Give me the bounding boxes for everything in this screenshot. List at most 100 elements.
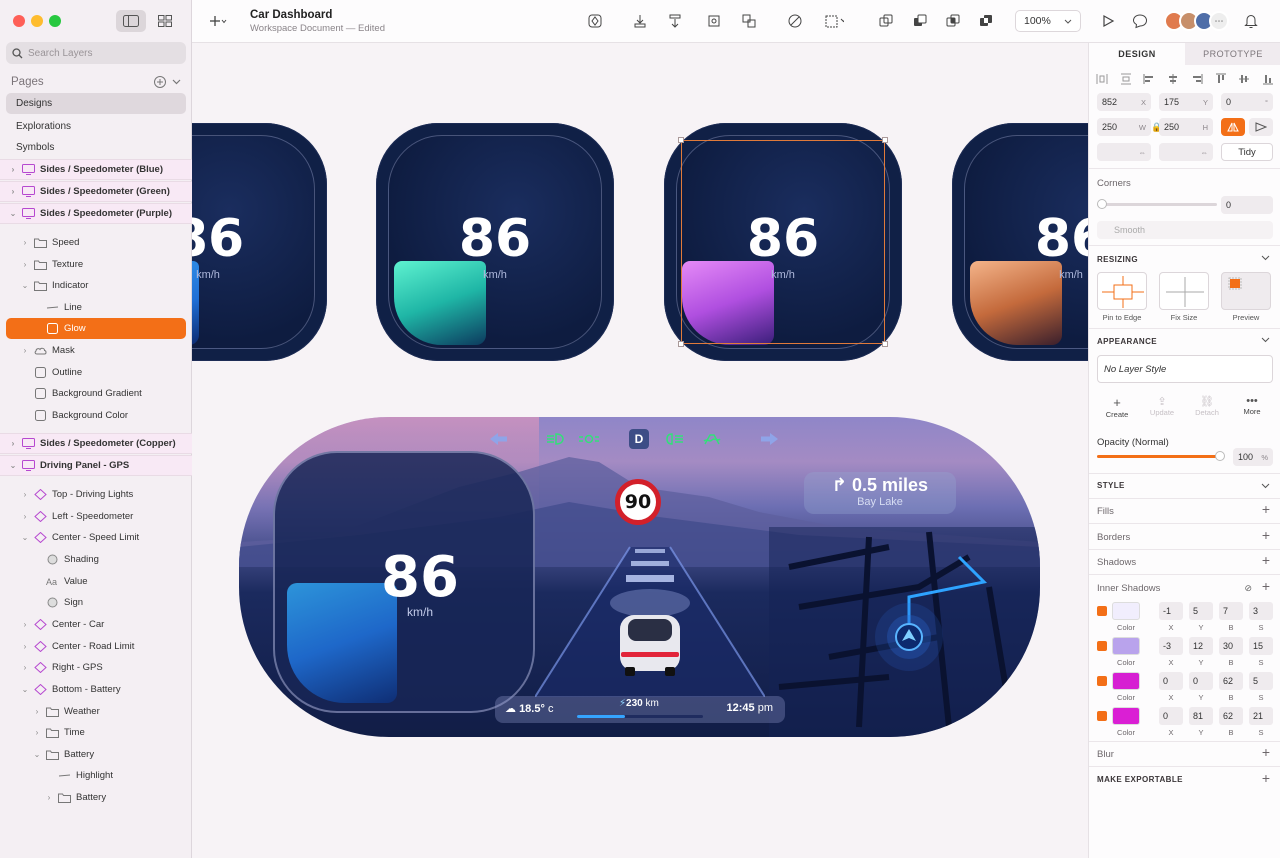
- chevron-down-icon[interactable]: [1261, 255, 1270, 261]
- scale-icon[interactable]: [824, 11, 844, 31]
- chevron-down-icon[interactable]: ⌄: [20, 685, 30, 694]
- shadow-x-field[interactable]: -3: [1159, 637, 1183, 655]
- intersect-icon[interactable]: [943, 11, 963, 31]
- layer-row-time[interactable]: › Time: [0, 722, 192, 743]
- shadow-x-field[interactable]: 0: [1159, 707, 1183, 725]
- pin-to-edge-control[interactable]: [1097, 272, 1147, 310]
- create-symbol-icon[interactable]: [585, 11, 605, 31]
- shadow-enabled-checkbox[interactable]: [1097, 676, 1107, 686]
- fix-size-control[interactable]: [1159, 272, 1209, 310]
- layer-row-center-car[interactable]: › Center - Car: [0, 614, 192, 635]
- shadow-color-swatch[interactable]: [1112, 707, 1140, 725]
- design-canvas[interactable]: 86 km/h 86 km/h 86 km/h 86 km/h: [192, 43, 1088, 858]
- add-inner-shadow-icon[interactable]: +: [1262, 578, 1270, 594]
- layer-row-driving-panel-gps[interactable]: ⌄ Driving Panel - GPS: [0, 455, 192, 476]
- shadow-enabled-checkbox[interactable]: [1097, 606, 1107, 616]
- chevron-down-icon[interactable]: ⌄: [32, 750, 42, 759]
- shadow-s-field[interactable]: 3: [1249, 602, 1273, 620]
- speedometer-tile-green[interactable]: 86 km/h: [376, 123, 614, 361]
- sidebar-toggle-icon[interactable]: [116, 10, 146, 32]
- layer-row-shading[interactable]: Shading: [0, 549, 192, 570]
- layer-row-indicator[interactable]: ⌄ Indicator: [0, 275, 192, 296]
- layer-search[interactable]: [6, 42, 186, 64]
- chevron-right-icon[interactable]: ›: [8, 439, 18, 448]
- play-icon[interactable]: [1098, 11, 1118, 31]
- chevron-down-icon[interactable]: ⌄: [20, 533, 30, 542]
- add-fill-icon[interactable]: +: [1262, 501, 1270, 517]
- align-middle-icon[interactable]: [1238, 73, 1250, 85]
- update-style-button[interactable]: ⇪ Update: [1142, 395, 1182, 417]
- add-blur-icon[interactable]: +: [1262, 744, 1270, 760]
- shadow-enabled-checkbox[interactable]: [1097, 641, 1107, 651]
- close-window-button[interactable]: [13, 15, 25, 27]
- tidy-button[interactable]: Tidy: [1221, 143, 1273, 161]
- chevron-down-icon[interactable]: [1261, 337, 1270, 343]
- bell-icon[interactable]: [1241, 11, 1261, 31]
- layer-row-sign[interactable]: Sign: [0, 592, 192, 613]
- chevron-right-icon[interactable]: ›: [20, 642, 30, 651]
- height-field[interactable]: 250 H: [1159, 118, 1213, 136]
- layer-row-sides-speedometer-copper[interactable]: › Sides / Speedometer (Copper): [0, 433, 192, 454]
- layer-row-left-speedometer[interactable]: › Left - Speedometer: [0, 506, 192, 527]
- shadow-x-field[interactable]: -1: [1159, 602, 1183, 620]
- y-field[interactable]: 175 Y: [1159, 93, 1213, 111]
- chevron-right-icon[interactable]: ›: [20, 490, 30, 499]
- align-top-icon[interactable]: [1215, 73, 1227, 85]
- chevron-right-icon[interactable]: ›: [20, 260, 30, 269]
- layer-row-top-driving-lights[interactable]: › Top - Driving Lights: [0, 484, 192, 505]
- create-style-button[interactable]: + Create: [1097, 395, 1137, 419]
- frame-icon[interactable]: [704, 11, 724, 31]
- layer-row-speed[interactable]: › Speed: [0, 232, 192, 253]
- layer-row-outline[interactable]: Outline: [0, 362, 192, 383]
- chevron-right-icon[interactable]: ›: [20, 238, 30, 247]
- align-center-icon[interactable]: [1167, 73, 1179, 85]
- flip-vertical-icon[interactable]: [1249, 118, 1273, 136]
- layer-row-sides-speedometer-blue[interactable]: › Sides / Speedometer (Blue): [0, 159, 192, 180]
- speedometer-tile-blue[interactable]: 86 km/h: [192, 123, 327, 361]
- layer-row-background-color[interactable]: Background Color: [0, 405, 192, 426]
- add-shadow-icon[interactable]: +: [1262, 552, 1270, 568]
- chevron-right-icon[interactable]: ›: [8, 165, 18, 174]
- align-left-icon[interactable]: [1143, 73, 1155, 85]
- tab-design[interactable]: DESIGN: [1089, 43, 1185, 65]
- shadow-b-field[interactable]: 30: [1219, 637, 1243, 655]
- speedometer-tile-purple[interactable]: 86 km/h: [664, 123, 902, 361]
- chevron-down-icon[interactable]: ⌄: [8, 461, 18, 470]
- edit-path-icon[interactable]: [785, 11, 805, 31]
- corners-slider[interactable]: [1097, 199, 1217, 209]
- more-avatars-icon[interactable]: ⋯: [1209, 11, 1229, 31]
- width-field[interactable]: 250 W: [1097, 118, 1151, 136]
- layer-row-glow[interactable]: Glow: [6, 318, 186, 339]
- zoom-select[interactable]: 100%: [1015, 10, 1081, 32]
- corners-field[interactable]: 0: [1221, 196, 1273, 214]
- minimize-window-button[interactable]: [31, 15, 43, 27]
- layer-row-texture[interactable]: › Texture: [0, 254, 192, 275]
- page-item-symbols[interactable]: Symbols: [6, 137, 186, 158]
- inner-shadow-row[interactable]: Color -3 X 12 Y 30 B 15 S: [1097, 637, 1275, 667]
- distribute-vertical-icon[interactable]: [1120, 73, 1132, 85]
- align-bottom-icon[interactable]: [630, 11, 650, 31]
- link-icon[interactable]: ⊘: [1244, 583, 1252, 594]
- chevron-down-icon[interactable]: ⌄: [8, 209, 18, 218]
- shadow-s-field[interactable]: 15: [1249, 637, 1273, 655]
- add-border-icon[interactable]: +: [1262, 527, 1270, 543]
- page-item-designs[interactable]: Designs: [6, 93, 186, 114]
- layer-row-sides-speedometer-green[interactable]: › Sides / Speedometer (Green): [0, 181, 192, 202]
- zoom-window-button[interactable]: [49, 15, 61, 27]
- chevron-right-icon[interactable]: ›: [20, 620, 30, 629]
- more-button[interactable]: ••• More: [1232, 395, 1272, 416]
- grid-view-icon[interactable]: [150, 10, 180, 32]
- align-right-icon[interactable]: [1191, 73, 1203, 85]
- layer-row-line[interactable]: Line: [0, 297, 192, 318]
- transform-icon[interactable]: [739, 11, 759, 31]
- shadow-enabled-checkbox[interactable]: [1097, 711, 1107, 721]
- chevron-right-icon[interactable]: ›: [32, 707, 42, 716]
- rotation-field[interactable]: 0 °: [1221, 93, 1273, 111]
- comment-icon[interactable]: [1130, 11, 1150, 31]
- shadow-s-field[interactable]: 5: [1249, 672, 1273, 690]
- tab-prototype[interactable]: PROTOTYPE: [1185, 43, 1280, 65]
- shadow-y-field[interactable]: 0: [1189, 672, 1213, 690]
- layer-row-center-road-limit[interactable]: › Center - Road Limit: [0, 636, 192, 657]
- empty-field[interactable]: ⇔: [1159, 143, 1213, 161]
- shadow-b-field[interactable]: 7: [1219, 602, 1243, 620]
